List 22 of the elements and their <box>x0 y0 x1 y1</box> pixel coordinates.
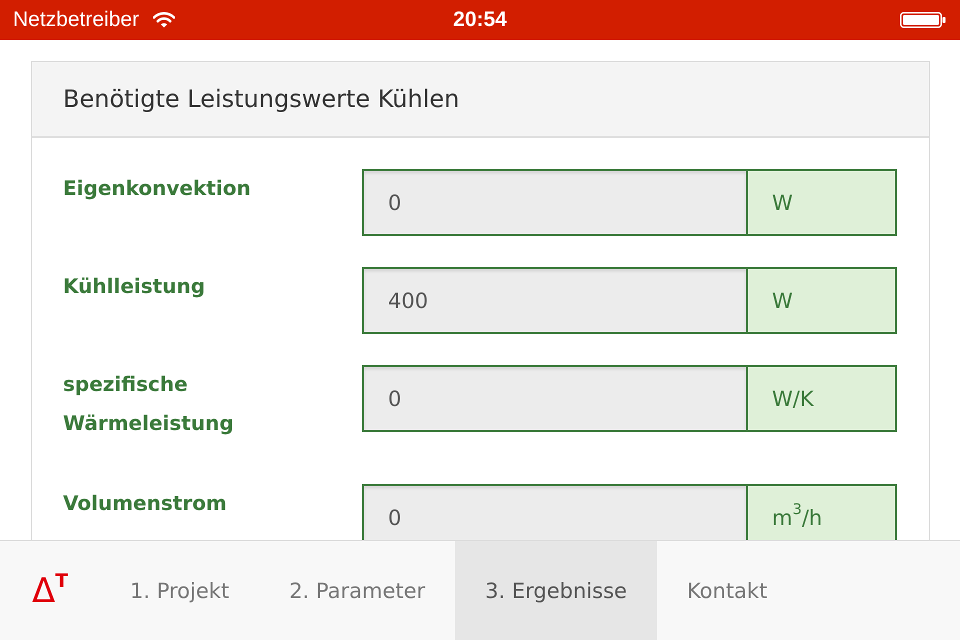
card-title: Benötigte Leistungswerte Kühlen <box>63 85 460 113</box>
carrier-name: Netzbetreiber <box>13 8 140 32</box>
battery-icon <box>900 12 946 28</box>
unit-label: W <box>748 269 895 332</box>
field-label: Kühlleistung <box>63 273 206 300</box>
field-label: spezifische Wärmeleistung <box>63 371 235 437</box>
value-field[interactable]: 400 <box>364 269 748 332</box>
nav-tab[interactable]: 3. Ergebnisse <box>455 541 657 640</box>
unit-label: W <box>748 171 895 234</box>
field-label: Eigenkonvektion <box>63 175 252 202</box>
field-label: Volumenstrom <box>63 490 228 517</box>
unit-label: W/K <box>748 367 895 430</box>
unit-label: m$^{3}$/h <box>748 486 895 540</box>
value-field[interactable]: 0 <box>364 171 748 234</box>
value-field[interactable]: 0 <box>364 367 748 430</box>
app-logo[interactable]: Δ$^{T}$ <box>32 570 68 610</box>
nav-tab[interactable]: Kontakt <box>656 541 798 640</box>
nav-tab[interactable]: 1. Projekt <box>100 541 260 640</box>
value-field[interactable]: 0 <box>364 486 748 540</box>
nav-tab[interactable]: 2. Parameter <box>259 541 456 640</box>
clock-time: 20:54 <box>453 8 507 32</box>
wifi-icon <box>153 12 176 28</box>
